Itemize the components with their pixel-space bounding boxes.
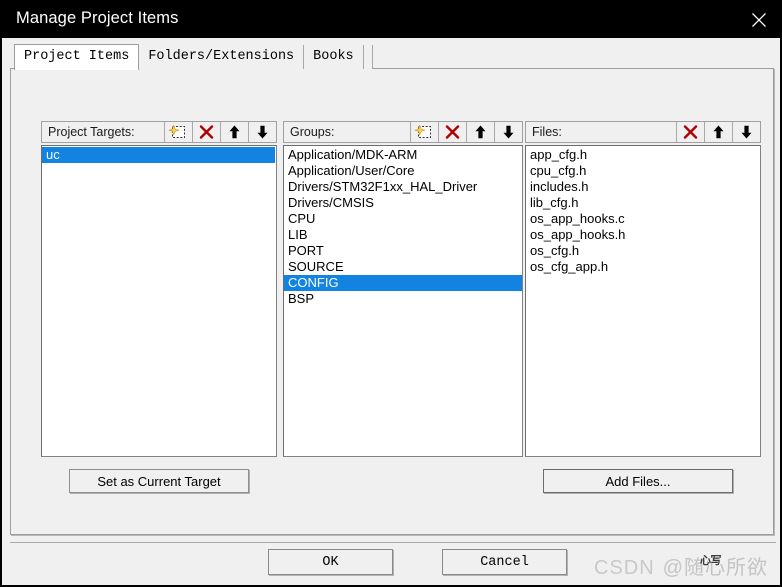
project-targets-label: Project Targets:: [48, 125, 135, 139]
move-down-icon[interactable]: [732, 122, 760, 142]
set-as-current-target-button[interactable]: Set as Current Target: [69, 469, 249, 493]
list-item[interactable]: BSP: [284, 291, 522, 307]
files-label: Files:: [532, 125, 562, 139]
list-item[interactable]: Drivers/CMSIS: [284, 195, 522, 211]
project-targets-toolbar: [164, 122, 276, 142]
list-item[interactable]: Application/User/Core: [284, 163, 522, 179]
list-item[interactable]: Drivers/STM32F1xx_HAL_Driver: [284, 179, 522, 195]
csdn-watermark: CSDN @随心所欲: [594, 551, 768, 580]
move-down-glyph: [741, 125, 752, 139]
groups-toolbar: [410, 122, 522, 142]
close-glyph: [752, 13, 766, 27]
list-item[interactable]: os_app_hooks.c: [526, 211, 760, 227]
move-up-glyph: [475, 125, 486, 139]
delete-glyph: [683, 125, 698, 139]
list-item[interactable]: CPU: [284, 211, 522, 227]
list-item[interactable]: os_app_hooks.h: [526, 227, 760, 243]
move-up-icon[interactable]: [220, 122, 248, 142]
move-up-icon[interactable]: [466, 122, 494, 142]
project-targets-list[interactable]: uc: [41, 145, 277, 457]
move-down-icon[interactable]: [494, 122, 522, 142]
new-item-glyph: [414, 124, 431, 138]
window-title: Manage Project Items: [16, 9, 179, 27]
list-item[interactable]: Application/MDK-ARM: [284, 147, 522, 163]
files-column: Files: app_cfg.h cpu_cfg.h includes.h li…: [525, 121, 761, 457]
tab-books[interactable]: Books: [304, 45, 364, 69]
move-up-icon[interactable]: [704, 122, 732, 142]
files-toolbar: [676, 122, 760, 142]
list-item[interactable]: uc: [42, 147, 275, 163]
groups-column: Groups: Application/MDK-ARM Application/…: [283, 121, 523, 457]
list-item[interactable]: SOURCE: [284, 259, 522, 275]
add-files-button[interactable]: Add Files...: [543, 469, 733, 493]
groups-list[interactable]: Application/MDK-ARM Application/User/Cor…: [283, 145, 523, 457]
tab-strip: Project Items Folders/Extensions Books: [14, 44, 373, 70]
move-down-icon[interactable]: [248, 122, 276, 142]
move-up-glyph: [229, 125, 240, 139]
tab-folders-extensions[interactable]: Folders/Extensions: [139, 45, 305, 69]
groups-header: Groups:: [283, 121, 523, 143]
footer-separator: [10, 542, 776, 543]
cancel-button[interactable]: Cancel: [442, 549, 567, 575]
watermark-user: @随心所欲: [662, 557, 768, 579]
new-item-glyph: [168, 124, 185, 138]
title-bar: Manage Project Items: [0, 0, 782, 38]
list-item[interactable]: app_cfg.h: [526, 147, 760, 163]
list-item[interactable]: lib_cfg.h: [526, 195, 760, 211]
move-down-glyph: [257, 125, 268, 139]
move-up-glyph: [713, 125, 724, 139]
new-item-icon[interactable]: [410, 122, 438, 142]
project-targets-column: Project Targets: uc: [41, 121, 277, 457]
tab-strip-tail: [363, 45, 373, 69]
project-targets-header: Project Targets:: [41, 121, 277, 143]
list-item[interactable]: includes.h: [526, 179, 760, 195]
delete-icon[interactable]: [192, 122, 220, 142]
watermark-brand: CSDN: [594, 557, 655, 579]
ok-button[interactable]: OK: [268, 549, 393, 575]
watermark-overlay: 心写: [700, 555, 722, 567]
groups-label: Groups:: [290, 125, 335, 139]
new-item-icon[interactable]: [164, 122, 192, 142]
list-item[interactable]: CONFIG: [284, 275, 522, 291]
list-item[interactable]: LIB: [284, 227, 522, 243]
delete-glyph: [199, 125, 214, 139]
list-item[interactable]: PORT: [284, 243, 522, 259]
delete-icon[interactable]: [676, 122, 704, 142]
files-list[interactable]: app_cfg.h cpu_cfg.h includes.h lib_cfg.h…: [525, 145, 761, 457]
files-header: Files:: [525, 121, 761, 143]
close-icon[interactable]: [736, 0, 782, 38]
tab-project-items[interactable]: Project Items: [14, 44, 140, 70]
list-item[interactable]: os_cfg.h: [526, 243, 760, 259]
list-item[interactable]: os_cfg_app.h: [526, 259, 760, 275]
manage-project-items-dialog: Manage Project Items Project Items Folde…: [0, 0, 782, 587]
project-items-panel: Project Targets: uc Groups: Application/…: [10, 68, 774, 535]
list-item[interactable]: cpu_cfg.h: [526, 163, 760, 179]
delete-icon[interactable]: [438, 122, 466, 142]
delete-glyph: [445, 125, 460, 139]
move-down-glyph: [503, 125, 514, 139]
